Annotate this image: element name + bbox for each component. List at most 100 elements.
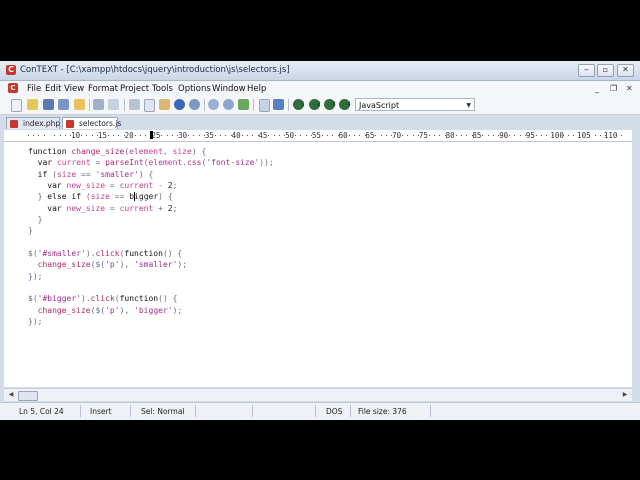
ruler-dot — [305, 135, 307, 136]
ruler-dot — [385, 135, 387, 136]
mdi-close-icon[interactable]: ✕ — [626, 84, 633, 93]
ruler-dot — [225, 135, 227, 136]
macro-4-label: 4 — [347, 101, 351, 108]
replace-icon[interactable] — [238, 99, 249, 110]
code-line[interactable]: function change_size(element, size) { — [28, 146, 274, 157]
find-icon[interactable] — [208, 99, 219, 110]
ruler-dot — [268, 135, 270, 136]
open-project-icon[interactable] — [74, 99, 85, 110]
code-line[interactable]: } else if (size == bigger) { — [28, 191, 274, 202]
redo-icon[interactable] — [189, 99, 200, 110]
menu-edit[interactable]: Edit — [45, 84, 61, 94]
find-next-icon[interactable] — [223, 99, 234, 110]
ruler-mark: 40 — [231, 131, 241, 140]
code-editor[interactable]: function change_size(element, size) { va… — [4, 142, 632, 387]
js-file-icon — [66, 120, 74, 128]
title-bar: C ConTEXT - [C:\xampp\htdocs\jquery\intr… — [0, 61, 640, 81]
ruler-dot — [482, 135, 484, 136]
document-menu-icon[interactable]: C — [8, 83, 18, 93]
menu-window[interactable]: Window — [212, 84, 246, 94]
toolbar-separator — [253, 99, 254, 111]
print-icon[interactable] — [93, 99, 104, 110]
ruler-dot — [252, 135, 254, 136]
scrollbar-thumb[interactable] — [18, 391, 38, 401]
code-line[interactable]: change_size($('p'), 'bigger'); — [28, 305, 274, 316]
menu-format[interactable]: Format — [88, 84, 118, 94]
ruler-dot — [439, 135, 441, 136]
open-folder-icon[interactable] — [27, 99, 38, 110]
ruler-mark: 45 — [258, 131, 268, 140]
toolbar-separator — [89, 99, 90, 111]
menu-tools[interactable]: Tools — [152, 84, 173, 94]
ruler-dot — [161, 135, 163, 136]
status-divider — [315, 405, 316, 417]
ruler-dot — [348, 135, 350, 136]
macro-1-label: 1 — [301, 101, 305, 108]
cut-icon[interactable] — [129, 99, 140, 110]
menu-project[interactable]: Project — [120, 84, 149, 94]
ruler-dot — [487, 135, 489, 136]
ruler-dot — [273, 135, 275, 136]
ruler-dot — [594, 135, 596, 136]
ruler-dot — [321, 135, 323, 136]
ruler-mark: 15 — [97, 131, 107, 140]
code-line[interactable] — [28, 282, 274, 293]
save-all-icon[interactable] — [58, 99, 69, 110]
code-line[interactable]: $('#smaller').click(function() { — [28, 248, 274, 259]
ruler-dot — [353, 135, 355, 136]
code-line[interactable]: $('#bigger').click(function() { — [28, 293, 274, 304]
code-line[interactable]: var new_size = current + 2; — [28, 203, 274, 214]
status-divider — [430, 405, 431, 417]
minimize-button[interactable]: ‒ — [578, 64, 595, 77]
tools-icon[interactable] — [273, 99, 284, 110]
app-icon: C — [6, 65, 16, 75]
code-line[interactable]: if (size == 'smaller') { — [28, 169, 274, 180]
ruler-dot — [27, 135, 29, 136]
maximize-button[interactable]: ▫ — [597, 64, 614, 77]
mdi-restore-icon[interactable]: ❐ — [610, 84, 617, 93]
code-line[interactable]: var new_size = current - 2; — [28, 180, 274, 191]
code-line[interactable]: var current = parseInt(element.css('font… — [28, 157, 274, 168]
save-icon[interactable] — [43, 99, 54, 110]
ruler-mark: 90 — [499, 131, 509, 140]
status-bar: Ln 5, Col 24 Insert Sel: Normal DOS File… — [0, 402, 640, 420]
ruler-dot — [113, 135, 115, 136]
ruler-dot — [32, 135, 34, 136]
code-line[interactable] — [28, 237, 274, 248]
ruler-dot — [460, 135, 462, 136]
ruler-mark: 50 — [285, 131, 295, 140]
ruler-dot — [455, 135, 457, 136]
word-wrap-icon[interactable] — [259, 99, 270, 112]
scroll-right-icon[interactable]: ▶ — [620, 390, 630, 400]
code-line[interactable]: } — [28, 225, 274, 236]
php-file-icon — [10, 120, 18, 128]
paste-icon[interactable] — [159, 99, 170, 110]
status-divider — [80, 405, 81, 417]
ruler-dot — [139, 135, 141, 136]
copy-icon[interactable] — [144, 99, 155, 112]
code-line[interactable]: }); — [28, 271, 274, 282]
menu-file[interactable]: File — [27, 84, 41, 94]
menu-view[interactable]: View — [64, 84, 84, 94]
menu-help[interactable]: Help — [247, 84, 266, 94]
menu-options[interactable]: Options — [178, 84, 211, 94]
language-select[interactable]: JavaScript ▼ — [355, 98, 475, 111]
new-file-icon[interactable] — [11, 99, 22, 112]
undo-icon[interactable] — [174, 99, 185, 110]
scroll-left-icon[interactable]: ◀ — [6, 390, 16, 400]
code-line[interactable]: change_size($('p'), 'smaller'); — [28, 259, 274, 270]
ruler-dot — [246, 135, 248, 136]
tab-selectors-js[interactable]: selectors.js — [62, 117, 121, 129]
code-line[interactable]: }); — [28, 316, 274, 327]
code-content[interactable]: function change_size(element, size) { va… — [28, 146, 274, 328]
ruler-dot — [402, 135, 403, 136]
ruler-dot — [428, 135, 430, 136]
column-ruler: 10 15 20 25 30 35 40 45 50 55 60 65 70 75 80 85 90 95 100 1… — [4, 130, 632, 142]
mdi-minimize-icon[interactable]: _ — [595, 84, 599, 93]
tab-index-php[interactable]: index.php — [6, 117, 60, 129]
ruler-dot — [54, 135, 56, 136]
print-preview-icon[interactable] — [108, 99, 119, 110]
horizontal-scrollbar[interactable]: ◀ ▶ — [4, 388, 632, 401]
close-button[interactable]: ✕ — [617, 64, 634, 77]
code-line[interactable]: } — [28, 214, 274, 225]
